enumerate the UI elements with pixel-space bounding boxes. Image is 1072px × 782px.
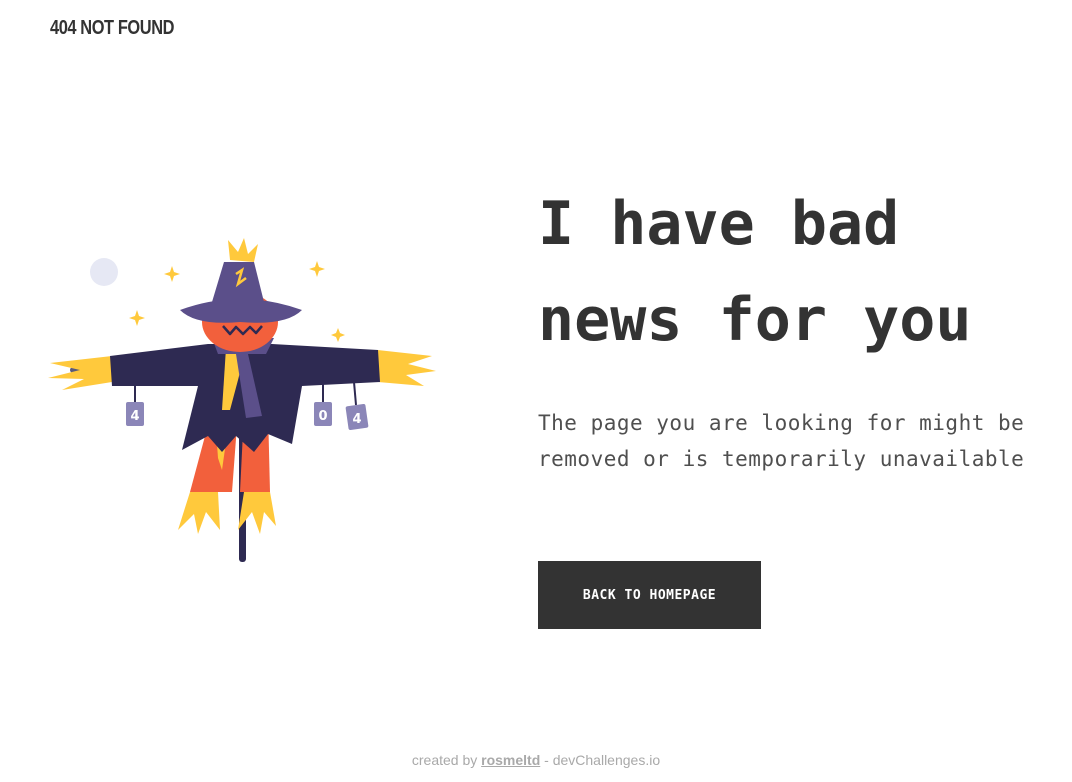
author-link[interactable]: rosmeltd: [481, 752, 540, 768]
footer-prefix: created by: [411, 752, 482, 768]
moon-icon: [90, 258, 118, 286]
headline-line-2: news for you: [538, 285, 972, 355]
sparkle-icon: [129, 310, 145, 326]
can-left-label: 4: [130, 409, 139, 424]
headline: I have bad news for you: [538, 176, 1058, 368]
headline-line-1: I have bad: [538, 189, 900, 259]
scarecrow-illustration: 4 0 4: [40, 230, 450, 570]
sparkle-icon: [331, 328, 345, 342]
error-message: The page you are looking for might be re…: [538, 411, 1025, 471]
can-middle-label: 0: [318, 409, 327, 424]
footer: created by rosmeltd - devChallenges.io: [0, 752, 1072, 768]
footer-suffix: - devChallenges.io: [540, 752, 661, 768]
can-right-label: 4: [352, 412, 361, 427]
brand-logo: 404 NOT FOUND: [50, 17, 175, 39]
back-to-homepage-button[interactable]: BACK TO HOMEPAGE: [538, 561, 761, 629]
sparkle-icon: [164, 266, 180, 282]
sparkle-icon: [309, 261, 325, 277]
